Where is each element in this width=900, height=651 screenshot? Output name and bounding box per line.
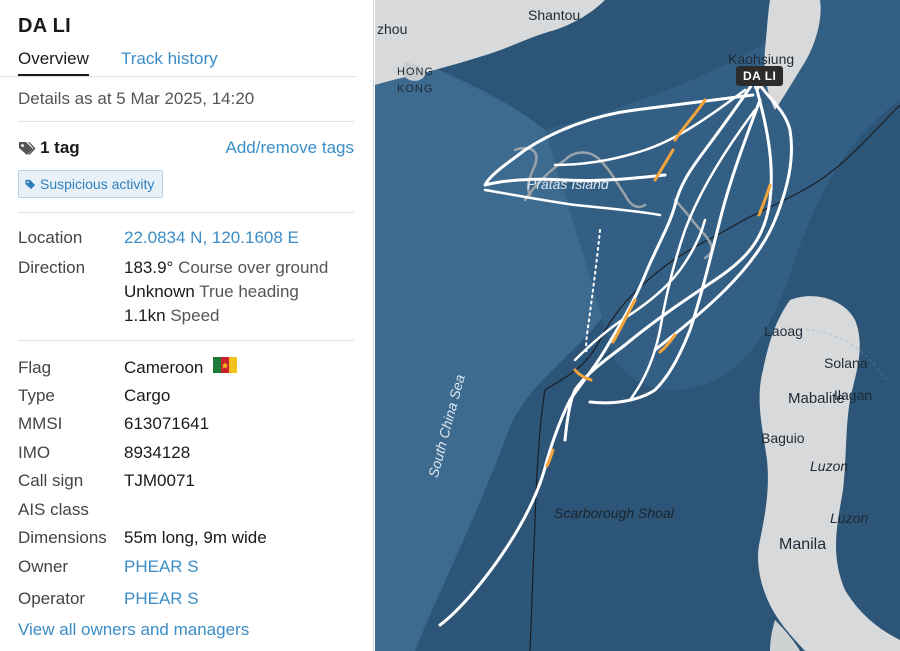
dimensions-label: Dimensions [18,528,107,547]
map-label-ilagan: Ilagan [834,387,873,403]
imo-label: IMO [18,443,51,462]
track-map[interactable]: Shantou zhou HONG KONG Kaohsiung Pratas … [375,0,900,651]
callsign-value: TJM0071 [124,471,195,490]
course-value: 183.9° [124,258,174,277]
divider [18,212,354,213]
imo-value: 8934128 [124,443,191,462]
speed-value: 1.1kn [124,306,166,325]
heading-row: Unknown True heading [124,282,299,302]
map-label-kong: KONG [397,83,434,95]
tag-chip-suspicious-activity[interactable]: Suspicious activity [18,170,164,198]
flag-label: Flag [18,358,52,377]
map-label-solana: Solana [824,355,868,371]
mmsi-value: 613071641 [124,414,210,433]
dimensions-value: 55m long, 9m wide [124,528,267,547]
tags-row: 1 tag Add/remove tags [18,137,354,159]
heading-value: Unknown [124,282,195,301]
map-label-luzon-1: Luzon [810,458,849,474]
vessel-map-label[interactable]: DA LI [736,66,784,86]
tab-overview[interactable]: Overview [18,49,89,76]
speed-label: Speed [170,306,220,325]
divider [18,340,354,341]
course-label: Course over ground [178,258,329,277]
map-label-hong: HONG [397,66,434,78]
map-label-manila: Manila [779,536,827,553]
map-label-laoag: Laoag [764,323,803,339]
ais-class-label: AIS class [18,500,89,519]
mmsi-label: MMSI [18,414,63,433]
tag-chip-label: Suspicious activity [40,176,155,192]
divider [18,121,354,122]
details-timestamp: Details as at 5 Mar 2025, 14:20 [18,89,255,108]
add-remove-tags-link[interactable]: Add/remove tags [225,138,354,158]
view-all-owners-link[interactable]: View all owners and managers [18,620,249,640]
callsign-label: Call sign [18,471,84,490]
flag-value: Cameroon [124,358,204,377]
owner-label: Owner [18,557,69,576]
tags-icon [19,142,36,155]
operator-label: Operator [18,589,86,608]
type-label: Type [18,386,55,405]
location-link[interactable]: 22.0834 N, 120.1608 E [124,228,299,248]
map-label-luzon-2: Luzon [830,510,869,526]
course-row: 183.9° Course over ground [124,258,328,278]
map-label-zhou: zhou [377,21,408,37]
speed-row: 1.1kn Speed [124,306,220,326]
tag-count: 1 tag [40,138,80,157]
vessel-details-panel: DA LI Overview Track history Details as … [0,0,374,651]
operator-link[interactable]: PHEAR S [124,589,199,609]
map-label-pratas-island: Pratas Island [527,176,609,192]
tag-icon [25,179,36,189]
direction-label: Direction [18,258,86,277]
cameroon-flag-icon [213,357,237,373]
map-label-baguio: Baguio [761,430,805,446]
location-label: Location [18,228,83,247]
map-label-kaohsiung: Kaohsiung [728,51,795,67]
tab-track-history[interactable]: Track history [121,49,218,69]
type-value: Cargo [124,386,171,405]
map-label-shantou: Shantou [528,7,581,23]
map-label-scarborough-shoal: Scarborough Shoal [554,505,674,521]
heading-label: True heading [199,282,299,301]
owner-link[interactable]: PHEAR S [124,557,199,577]
tab-bar: Overview Track history [0,47,356,77]
vessel-name: DA LI [18,15,71,37]
